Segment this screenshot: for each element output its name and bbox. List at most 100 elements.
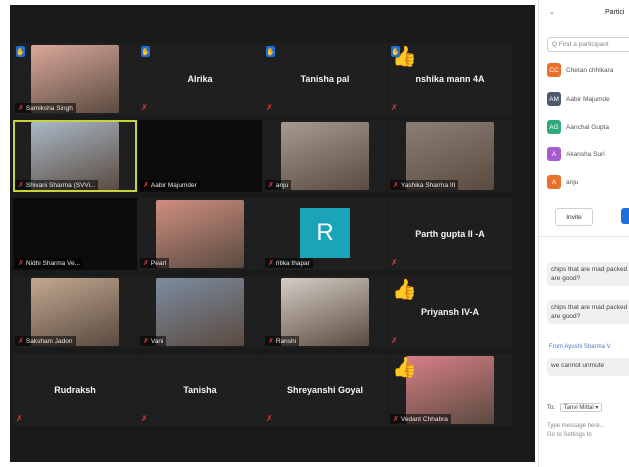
participants-header: ⌄ Partici — [539, 0, 629, 24]
to-label: To: — [547, 405, 556, 411]
participant-name: Vedant Chhabra — [400, 416, 448, 423]
participant-name: anju — [566, 178, 579, 186]
participant-video-tile[interactable]: ✗ Aabir Majumder — [138, 120, 262, 192]
mic-muted-icon: ✗ — [266, 103, 273, 112]
participant-name-label: ✗ Pearl — [140, 258, 170, 268]
video-gallery: ✋ ✗ Samiksha Singh ✋ Alrika ✗ ✋ Tanisha pal ✗ ✋ 👍 n… — [10, 5, 535, 462]
participant-name-label: ✗ Nidhi Sharma Ve... — [15, 258, 84, 268]
chat-message: we cannot unmute — [547, 358, 629, 376]
mic-muted-icon: ✗ — [391, 103, 398, 112]
mic-muted-icon: ✗ — [16, 414, 23, 423]
participant-name: Yashika Sharma III — [400, 182, 456, 189]
participant-video-tile[interactable]: ✋ ✗ Samiksha Singh — [13, 43, 137, 115]
mic-muted-icon: ✗ — [18, 105, 24, 112]
participant-name-label: ✗ Vani — [140, 336, 167, 346]
participant-video-tile[interactable]: ✗ Nidhi Sharma Ve... — [13, 198, 137, 270]
mic-muted-icon: ✗ — [268, 260, 274, 267]
participant-name-label: ✗ Saksham Jadon — [15, 336, 76, 346]
participant-name: Saksham Jadon — [25, 338, 73, 345]
participant-name-label: ✗ Ranshi — [265, 336, 300, 346]
recipient-select[interactable]: Tanvi Mittal ▾ — [559, 403, 603, 412]
mic-muted-icon: ✗ — [143, 260, 149, 267]
participant-name: Samiksha Singh — [25, 105, 73, 112]
participant-name: Shivani Sharma (SVVi... — [25, 182, 96, 189]
participant-avatar: AM — [547, 92, 561, 106]
participant-video-frame — [156, 278, 244, 346]
participant-name: Aabir Majumder — [150, 182, 197, 189]
mic-muted-icon: ✗ — [393, 416, 399, 423]
participant-name: anju — [275, 182, 289, 189]
participant-name-center: Alrika — [187, 74, 213, 84]
participant-name: ritika thapar — [275, 260, 310, 267]
raise-hand-icon: ✋ — [16, 46, 25, 57]
participant-video-tile[interactable]: ✗ Shivani Sharma (SVVi... — [13, 120, 137, 192]
participant-video-tile[interactable]: R ✗ ritika thapar — [263, 198, 387, 270]
mic-muted-icon: ✗ — [268, 182, 274, 189]
mic-muted-icon: ✗ — [143, 338, 149, 345]
participant-video-tile[interactable]: ✗ Saksham Jadon — [13, 276, 137, 348]
collapse-chevron-icon[interactable]: ⌄ — [549, 8, 555, 16]
mic-muted-icon: ✗ — [141, 103, 148, 112]
participant-name: Pearl — [150, 260, 167, 267]
participant-video-tile[interactable]: ✗ Vani — [138, 276, 262, 348]
participant-row[interactable]: AM Aabir Majumde — [547, 92, 610, 106]
participant-name: Chetan chhikara — [566, 66, 614, 74]
participant-name: Nidhi Sharma Ve... — [25, 260, 81, 267]
mic-muted-icon: ✗ — [18, 182, 24, 189]
participant-name: Aabir Majumde — [566, 95, 610, 103]
invite-button[interactable]: Invite — [555, 208, 593, 226]
participant-video-tile[interactable]: Parth gupta II -A ✗ — [388, 198, 512, 270]
participant-video-frame — [156, 200, 244, 268]
participant-name-center: Tanisha pal — [300, 74, 350, 84]
participant-video-tile[interactable]: ✗ anju — [263, 120, 387, 192]
participant-name-center: Priyansh IV-A — [420, 307, 480, 317]
participant-name-label: ✗ Yashika Sharma III — [390, 180, 459, 190]
chat-sender-label: From Ayushi Sharma V — [549, 344, 611, 350]
participant-name-center: Shreyanshi Goyal — [286, 385, 364, 395]
participant-name-label: ✗ anju — [265, 180, 292, 190]
participant-initial-avatar: R — [300, 208, 350, 258]
participant-video-tile[interactable]: ✗ Pearl — [138, 198, 262, 270]
participant-name-label: ✗ Vedant Chhabra — [390, 414, 451, 424]
mic-muted-icon: ✗ — [141, 414, 148, 423]
participant-video-tile[interactable]: Rudraksh ✗ — [13, 354, 137, 426]
mute-all-button[interactable] — [621, 208, 629, 224]
mic-muted-icon: ✗ — [268, 338, 274, 345]
mic-muted-icon: ✗ — [18, 260, 24, 267]
participant-video-tile[interactable]: Tanisha ✗ — [138, 354, 262, 426]
participant-name-center: nshika mann 4A — [415, 74, 485, 84]
participant-name-label: ✗ Aabir Majumder — [140, 180, 200, 190]
participant-video-tile[interactable]: Shreyanshi Goyal ✗ — [263, 354, 387, 426]
participant-video-tile[interactable]: 👍 ✗ Vedant Chhabra — [388, 354, 512, 426]
participant-name: Aanchal Gupta — [566, 123, 610, 131]
chat-message: chips that are mad packed are good? — [547, 300, 629, 324]
participant-video-tile[interactable]: ✗ Ranshi — [263, 276, 387, 348]
participant-name-label: ✗ Samiksha Singh — [15, 103, 76, 113]
chat-recipient-row: To: Tanvi Mittal ▾ — [547, 403, 603, 412]
mic-muted-icon: ✗ — [266, 414, 273, 423]
participant-row[interactable]: CC Chetan chhikara — [547, 63, 613, 77]
participant-video-tile[interactable]: ✗ Yashika Sharma III — [388, 120, 512, 192]
participants-chat-panel: ⌄ Partici Q Find a participant CC Chetan… — [538, 0, 629, 467]
participant-video-tile[interactable]: ✋ Tanisha pal ✗ — [263, 43, 387, 115]
participant-name: Ranshi — [275, 338, 297, 345]
mic-muted-icon: ✗ — [18, 338, 24, 345]
chat-message-input[interactable]: Type message here... Go to Settings to — [547, 422, 629, 440]
participant-avatar: A — [547, 175, 561, 189]
participant-avatar: AG — [547, 120, 561, 134]
mic-muted-icon: ✗ — [393, 182, 399, 189]
participant-name: Akansha Suri — [566, 150, 605, 158]
participant-row[interactable]: A Akansha Suri — [547, 147, 605, 161]
thumbs-up-icon: 👍 — [392, 357, 417, 379]
chat-message: chips that are mad packed are good? — [547, 262, 629, 286]
participant-video-tile[interactable]: ✋ Alrika ✗ — [138, 43, 262, 115]
mic-muted-icon: ✗ — [143, 182, 149, 189]
participant-row[interactable]: A anju — [547, 175, 578, 189]
participant-name-label: ✗ ritika thapar — [265, 258, 313, 268]
panel-title: Partici — [605, 8, 625, 16]
participant-video-tile[interactable]: ✋ 👍 nshika mann 4A ✗ — [388, 43, 512, 115]
mic-muted-icon: ✗ — [391, 258, 398, 267]
participant-video-tile[interactable]: 👍 Priyansh IV-A ✗ — [388, 276, 512, 348]
participant-search-input[interactable]: Q Find a participant — [547, 37, 629, 52]
participant-row[interactable]: AG Aanchal Gupta — [547, 120, 609, 134]
